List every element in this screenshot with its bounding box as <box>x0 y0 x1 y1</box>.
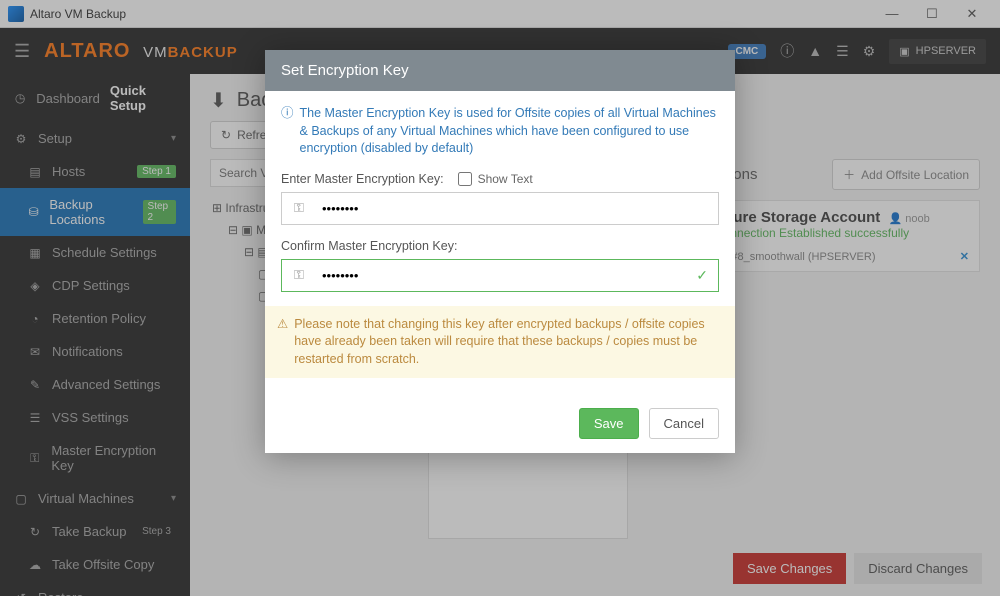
show-text-checkbox[interactable] <box>458 172 472 186</box>
modal-save-button[interactable]: Save <box>579 408 639 439</box>
show-text-toggle[interactable]: Show Text <box>458 172 533 186</box>
check-icon: ✓ <box>686 267 718 284</box>
confirm-key-label: Confirm Master Encryption Key: <box>281 239 457 253</box>
warning-icon: ⚠ <box>277 316 288 369</box>
modal-title: Set Encryption Key <box>265 50 735 91</box>
modal-cancel-button[interactable]: Cancel <box>649 408 719 439</box>
warning-message: ⚠Please note that changing this key afte… <box>265 306 735 379</box>
encryption-key-modal: Set Encryption Key ⓘThe Master Encryptio… <box>265 50 735 453</box>
enter-key-label: Enter Master Encryption Key: <box>281 172 444 186</box>
info-message: ⓘThe Master Encryption Key is used for O… <box>281 105 719 158</box>
confirm-key-input[interactable] <box>316 260 686 291</box>
key-icon: ⚿ <box>282 267 316 283</box>
modal-overlay: Set Encryption Key ⓘThe Master Encryptio… <box>0 0 1000 596</box>
key-icon: ⚿ <box>282 200 316 216</box>
info-icon: ⓘ <box>281 105 294 158</box>
master-key-input[interactable] <box>316 193 718 224</box>
